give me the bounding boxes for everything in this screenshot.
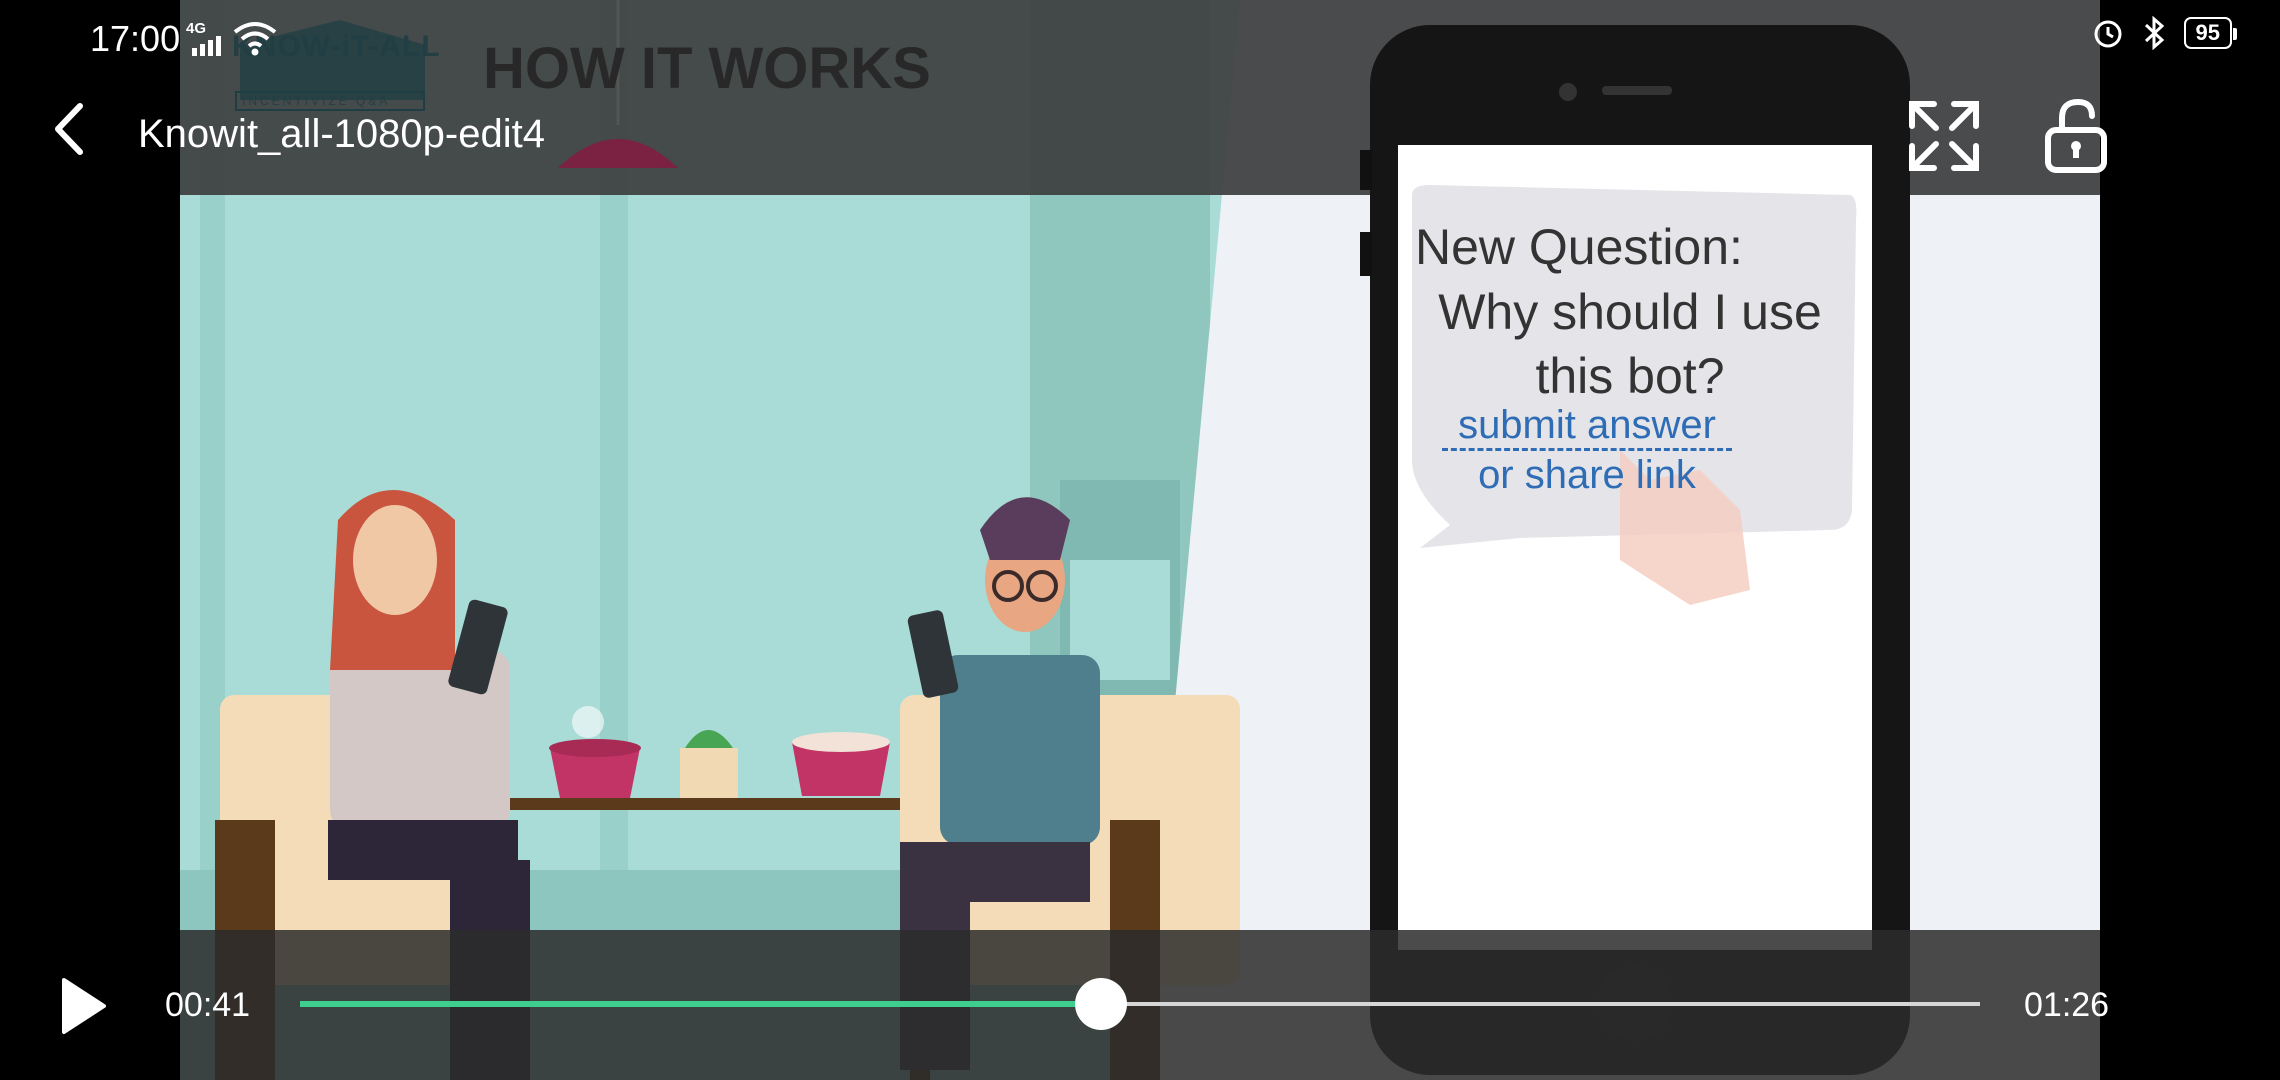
bubble-line-3: this bot? — [1535, 348, 1725, 404]
unlock-icon[interactable] — [2040, 98, 2112, 174]
wifi-icon — [233, 22, 277, 56]
bubble-line-2: Why should I use — [1438, 284, 1822, 340]
status-bar: 17:00 4G 95 — [0, 0, 2280, 80]
fullscreen-icon[interactable] — [1908, 100, 1980, 172]
seek-progress — [300, 1001, 1102, 1007]
battery-icon: 95 — [2183, 17, 2238, 49]
back-icon[interactable] — [42, 96, 96, 162]
status-time: 17:00 — [90, 18, 181, 59]
bubble-link-2: or share link — [1478, 453, 1696, 497]
alarm-icon — [2094, 20, 2122, 48]
bubble-link-1: submit answer — [1442, 403, 1732, 451]
play-icon[interactable] — [58, 976, 108, 1036]
logo-subtitle: INCENTIVIZE Q&A — [242, 94, 391, 108]
video-illustration — [180, 0, 2100, 1080]
seek-thumb[interactable] — [1075, 978, 1128, 1030]
current-time: 00:41 — [165, 986, 251, 1024]
total-time: 01:26 — [2024, 986, 2110, 1024]
video-title: Knowit_all-1080p-edit4 — [138, 112, 545, 156]
battery-level: 95 — [2195, 20, 2220, 45]
bubble-line-1: New Question: — [1415, 219, 1743, 275]
signal-icon — [192, 36, 221, 56]
seek-bar[interactable] — [300, 978, 1980, 1030]
bluetooth-icon — [2144, 16, 2164, 50]
video-frame[interactable]: KNOW-iT-ALL INCENTIVIZE Q&A HOW IT WORKS… — [180, 0, 2100, 1080]
